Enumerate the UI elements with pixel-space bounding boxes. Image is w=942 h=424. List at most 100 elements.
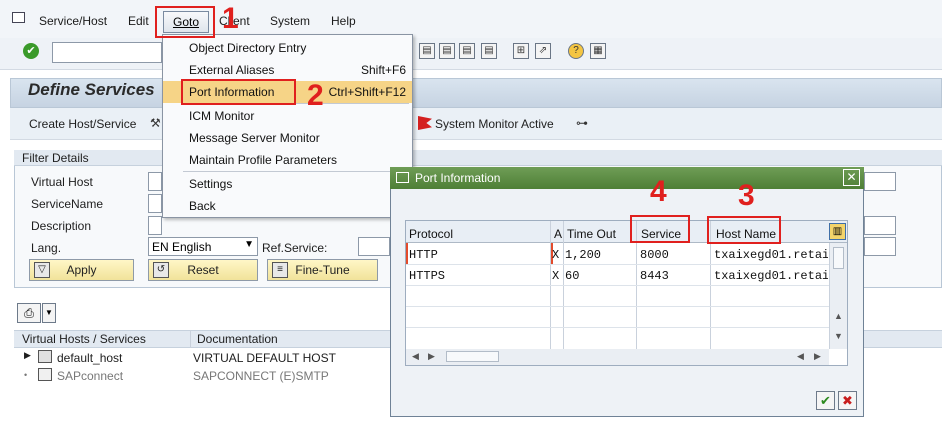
green-check-icon[interactable]: ✔ — [816, 391, 835, 410]
virtual-host-input[interactable] — [148, 172, 162, 191]
help-icon[interactable]: ? — [568, 43, 584, 59]
settings-icon[interactable]: ▦ — [590, 43, 606, 59]
chevron-down-icon[interactable]: ▼ — [42, 303, 56, 323]
red-cross-icon[interactable]: ✖ — [838, 391, 857, 410]
table-settings-icon[interactable]: ▥ — [829, 223, 846, 240]
chevron-right-icon[interactable]: ▶ — [814, 351, 821, 362]
row-divider — [406, 285, 829, 286]
menu-edit[interactable]: Edit — [128, 14, 149, 28]
menu-system[interactable]: System — [270, 14, 310, 28]
description-input-right[interactable] — [864, 216, 896, 235]
reset-button-label: Reset — [187, 263, 219, 277]
chevron-left-icon[interactable]: ◀ — [412, 351, 419, 362]
menu-item-external-aliases[interactable]: External Aliases Shift+F6 — [163, 59, 412, 81]
lang-select-value: EN English — [152, 240, 212, 254]
table-row-a: X — [552, 248, 560, 262]
table-row-host: txaixegd01.retai — [714, 269, 828, 283]
apply-button[interactable]: ▽ Apply — [29, 259, 134, 281]
virtual-host-label: Virtual Host — [31, 175, 93, 189]
column-time-out[interactable]: Time Out — [567, 227, 616, 241]
horizontal-scrollbar[interactable]: ◀ ▶ ◀ ▶ — [406, 349, 829, 365]
menu-item-settings[interactable]: Settings — [163, 173, 412, 195]
menu-item-icm-monitor[interactable]: ICM Monitor — [163, 105, 412, 127]
chevron-down-icon[interactable]: ▼ — [834, 331, 843, 341]
system-monitor-active-button[interactable]: System Monitor Active — [435, 117, 554, 131]
tree-row-name[interactable]: default_host — [57, 351, 122, 365]
scroll-thumb[interactable] — [833, 247, 844, 269]
description-label: Description — [31, 219, 92, 233]
page-title: Define Services — [28, 80, 155, 99]
column-protocol[interactable]: Protocol — [409, 227, 453, 241]
close-icon[interactable]: ✕ — [843, 169, 860, 186]
ref-service-input-right[interactable] — [864, 237, 896, 256]
dialog-title-bar: Port Information ✕ — [390, 167, 864, 189]
table-row-timeout: 1,200 — [565, 248, 602, 262]
chevron-down-icon: ▼ — [244, 239, 254, 250]
filter-header-bar — [14, 150, 942, 166]
page-icon[interactable]: ▤ — [419, 43, 435, 59]
reset-button[interactable]: ↺ Reset — [148, 259, 258, 281]
filter-details-heading: Filter Details — [22, 151, 89, 165]
column-a[interactable]: A — [554, 227, 562, 241]
table-row-service: 8443 — [640, 269, 669, 283]
apply-button-label: Apply — [66, 263, 97, 277]
window-icon — [396, 172, 409, 183]
bullet-icon: • — [24, 370, 28, 380]
finetune-icon: ≡ — [272, 262, 288, 278]
layout-icon[interactable]: ⊞ — [513, 43, 529, 59]
tool-icon[interactable]: ⚒ — [150, 116, 162, 130]
table-row-timeout: 60 — [565, 269, 580, 283]
expand-arrow-icon[interactable]: ▶ — [24, 350, 31, 361]
table-row-protocol[interactable]: HTTPS — [409, 269, 547, 283]
virtual-host-input-right[interactable] — [864, 172, 896, 191]
tree-row-doc: VIRTUAL DEFAULT HOST — [193, 351, 336, 365]
create-host-service-button[interactable]: Create Host/Service — [29, 117, 136, 131]
lang-label: Lang. — [31, 241, 62, 255]
lang-select[interactable]: EN English ▼ — [148, 237, 258, 256]
menu-help[interactable]: Help — [331, 14, 356, 28]
menu-item-object-directory-entry[interactable]: Object Directory Entry — [163, 37, 412, 59]
annotation-box-service — [630, 215, 690, 243]
dialog-title: Port Information — [415, 171, 501, 185]
menu-item-back[interactable]: BackF3 — [163, 195, 412, 217]
menu-item-message-server-monitor[interactable]: Message Server Monitor — [163, 127, 412, 149]
menu-item-maintain-profile-parameters[interactable]: Maintain Profile Parameters — [163, 149, 412, 171]
chevron-right-icon[interactable]: ▶ — [428, 351, 435, 362]
ref-service-label: Ref.Service: — [262, 241, 328, 255]
description-input[interactable] — [148, 216, 162, 235]
menu-separator — [183, 171, 409, 172]
page-icon[interactable]: ▤ — [481, 43, 497, 59]
connector-icon — [38, 368, 52, 381]
page-icon[interactable]: ▤ — [439, 43, 455, 59]
annotation-box-goto — [155, 6, 215, 38]
annotation-number: 4 — [650, 175, 667, 208]
table-row-service: 8000 — [640, 248, 669, 262]
finetune-button-label: Fine-Tune — [295, 263, 350, 277]
service-name-input[interactable] — [148, 194, 162, 213]
annotation-number: 2 — [307, 79, 324, 112]
print-icon[interactable]: ⎙ — [17, 303, 41, 323]
hierarchy-icon[interactable]: ⊶ — [576, 116, 592, 132]
tree-row-name[interactable]: SAPconnect — [57, 369, 123, 383]
menu-service-host[interactable]: Service/Host — [39, 14, 107, 28]
shortcut-icon[interactable]: ⇗ — [535, 43, 551, 59]
window-icon[interactable] — [12, 12, 25, 23]
host-icon — [38, 350, 52, 363]
green-check-icon[interactable]: ✔ — [23, 43, 39, 59]
ref-service-input[interactable] — [358, 237, 390, 256]
row-divider — [406, 306, 829, 307]
chevron-left-icon[interactable]: ◀ — [797, 351, 804, 362]
vertical-scrollbar[interactable]: ▲ ▼ — [829, 243, 847, 349]
table-row-a: X — [552, 269, 560, 283]
row-divider — [406, 264, 829, 265]
chevron-up-icon[interactable]: ▲ — [834, 311, 843, 321]
annotation-number: 3 — [738, 179, 755, 212]
goto-menu: Object Directory Entry External Aliases S… — [162, 34, 413, 218]
command-field[interactable] — [52, 42, 162, 63]
finetune-button[interactable]: ≡ Fine-Tune — [267, 259, 378, 281]
page-icon[interactable]: ▤ — [459, 43, 475, 59]
scroll-thumb[interactable] — [446, 351, 499, 362]
tree-row-doc: SAPCONNECT (E)SMTP — [193, 369, 329, 383]
annotation-number: 1 — [222, 2, 239, 35]
table-row-protocol[interactable]: HTTP — [409, 248, 547, 262]
